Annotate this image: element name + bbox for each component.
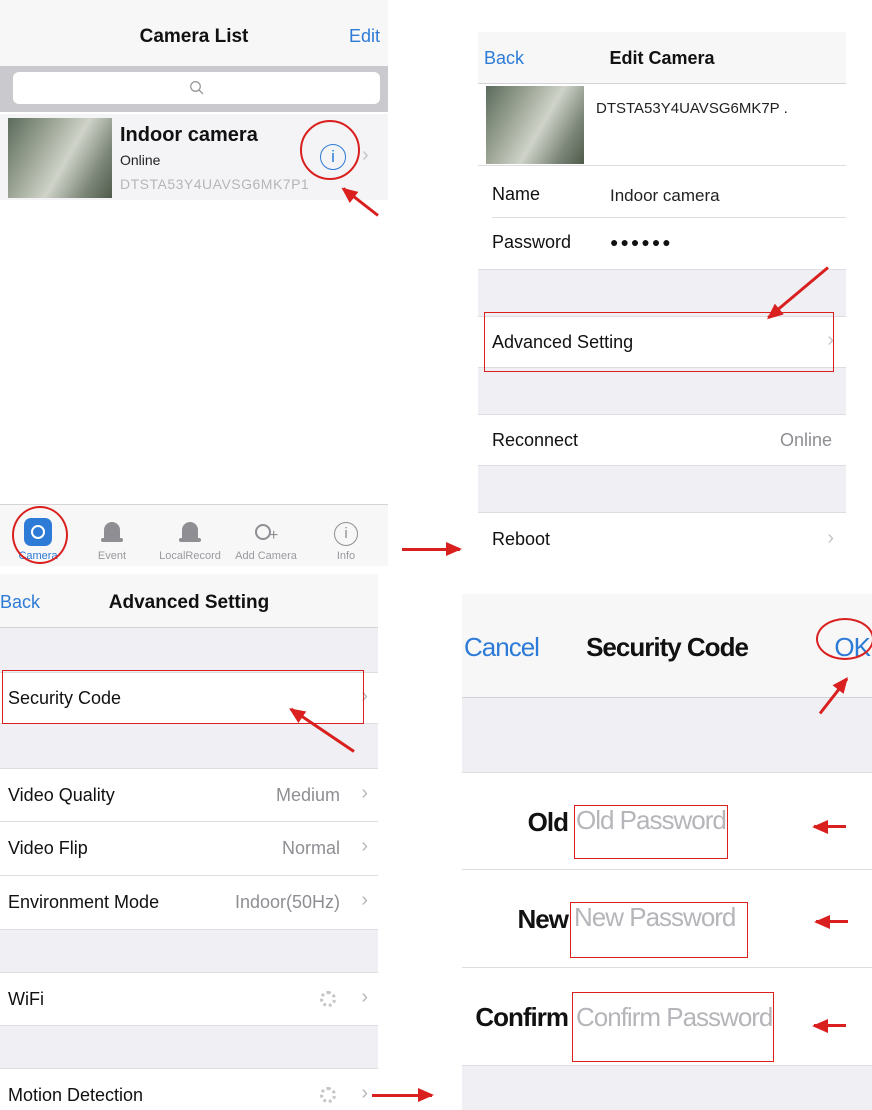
annotation-box-old — [574, 805, 728, 859]
tab-local-record[interactable]: LocalRecord — [154, 520, 226, 562]
camera-status: Online — [120, 152, 161, 168]
bell-icon — [101, 520, 123, 546]
camera-thumbnail — [8, 118, 112, 198]
page-title: Advanced Setting — [108, 592, 270, 613]
password-label: Password — [492, 232, 572, 252]
motion-detection-row[interactable]: Motion Detection › — [0, 1068, 378, 1110]
annotation-circle-camera-tab — [12, 506, 68, 564]
search-input[interactable] — [13, 72, 380, 104]
environment-mode-label: Environment Mode — [8, 892, 160, 912]
chevron-right-icon: › — [361, 782, 368, 804]
annotation-arrow-new — [816, 920, 848, 923]
page-title: Edit Camera — [609, 48, 715, 68]
advanced-setting-navbar: Back Advanced Setting — [0, 574, 378, 628]
advanced-setting-screen: Back Advanced Setting Security Code › Vi… — [0, 574, 378, 1110]
search-bar-container — [0, 66, 388, 112]
tab-label: Event — [97, 550, 127, 562]
tab-label: Info — [336, 550, 356, 562]
video-flip-label: Video Flip — [8, 838, 88, 858]
reboot-label: Reboot — [492, 529, 551, 549]
camera-id: DTSTA53Y4UAVSG6MK7P1 — [120, 176, 310, 192]
camera-list-navbar: Camera List Edit — [0, 0, 388, 66]
name-label: Name — [492, 184, 541, 204]
password-field[interactable]: ●●●●●● — [610, 234, 673, 250]
annotation-box-security — [2, 670, 364, 724]
video-quality-row[interactable]: Video Quality Medium › — [0, 768, 378, 822]
reconnect-row[interactable]: Reconnect Online — [478, 414, 846, 466]
tab-event[interactable]: Event — [76, 520, 148, 562]
confirm-password-row: Confirm Confirm Password — [462, 968, 872, 1066]
annotation-circle-ok — [816, 618, 872, 660]
password-row: Password ●●●●●● — [478, 218, 846, 270]
security-code-navbar: Cancel Security Code OK — [462, 594, 872, 698]
search-icon — [190, 81, 204, 95]
new-password-row: New New Password — [462, 870, 872, 968]
chevron-right-icon: › — [361, 1082, 368, 1104]
security-code-screen: Cancel Security Code OK Old Old Password… — [462, 594, 872, 1110]
edit-camera-screen: Back Edit Camera DTSTA53Y4UAVSG6MK7P . N… — [478, 32, 846, 566]
tab-add-camera[interactable]: + Add Camera — [230, 520, 302, 562]
annotation-arrow-next — [402, 542, 462, 556]
environment-mode-row[interactable]: Environment Mode Indoor(50Hz) › — [0, 876, 378, 930]
annotation-arrow-motion — [372, 1088, 434, 1102]
chevron-right-icon: › — [361, 835, 368, 857]
reconnect-status: Online — [779, 430, 832, 450]
name-row: Name Indoor camera — [478, 166, 846, 218]
reboot-row[interactable]: Reboot › — [478, 512, 846, 566]
name-field[interactable]: Indoor camera — [610, 186, 720, 206]
confirm-label: Confirm — [475, 1002, 569, 1032]
tab-label: LocalRecord — [159, 550, 221, 562]
chevron-right-icon: › — [361, 889, 368, 911]
video-flip-value: Normal — [281, 838, 340, 858]
loading-spinner-icon — [320, 991, 336, 1007]
chevron-right-icon: › — [827, 527, 834, 549]
video-quality-label: Video Quality — [8, 785, 115, 805]
loading-spinner-icon — [320, 1087, 336, 1103]
new-label: New — [517, 904, 569, 934]
environment-mode-value: Indoor(50Hz) — [234, 892, 340, 912]
camera-header: DTSTA53Y4UAVSG6MK7P . — [478, 84, 846, 166]
page-title: Camera List — [139, 26, 249, 47]
annotation-circle-info — [300, 120, 360, 180]
info-icon: i — [334, 522, 358, 546]
add-camera-icon: + — [253, 520, 279, 546]
motion-detection-label: Motion Detection — [8, 1085, 144, 1105]
edit-camera-navbar: Back Edit Camera — [478, 32, 846, 84]
bell-icon — [179, 520, 201, 546]
annotation-box-confirm — [572, 992, 774, 1062]
tab-label: Add Camera — [235, 550, 297, 562]
annotation-box-new — [570, 902, 748, 958]
camera-list-screen: Camera List Edit Indoor camera Online DT… — [0, 0, 388, 566]
chevron-right-icon: › — [362, 144, 369, 166]
reconnect-label: Reconnect — [492, 430, 579, 450]
camera-id: DTSTA53Y4UAVSG6MK7P . — [596, 100, 788, 117]
video-quality-value: Medium — [275, 785, 340, 805]
camera-name: Indoor camera — [120, 124, 258, 146]
old-label: Old — [527, 807, 569, 837]
page-title: Security Code — [586, 632, 749, 662]
tab-info[interactable]: i Info — [310, 522, 382, 562]
annotation-arrow-old — [814, 825, 846, 828]
annotation-box-advanced — [484, 312, 834, 372]
wifi-row[interactable]: WiFi › — [0, 972, 378, 1026]
camera-thumbnail — [486, 86, 584, 164]
video-flip-row[interactable]: Video Flip Normal › — [0, 822, 378, 876]
annotation-arrow-advanced — [767, 266, 829, 319]
annotation-arrow-confirm — [814, 1024, 846, 1027]
chevron-right-icon: › — [361, 986, 368, 1008]
old-password-row: Old Old Password — [462, 772, 872, 870]
wifi-label: WiFi — [8, 989, 44, 1009]
edit-button[interactable]: Edit — [349, 26, 380, 47]
